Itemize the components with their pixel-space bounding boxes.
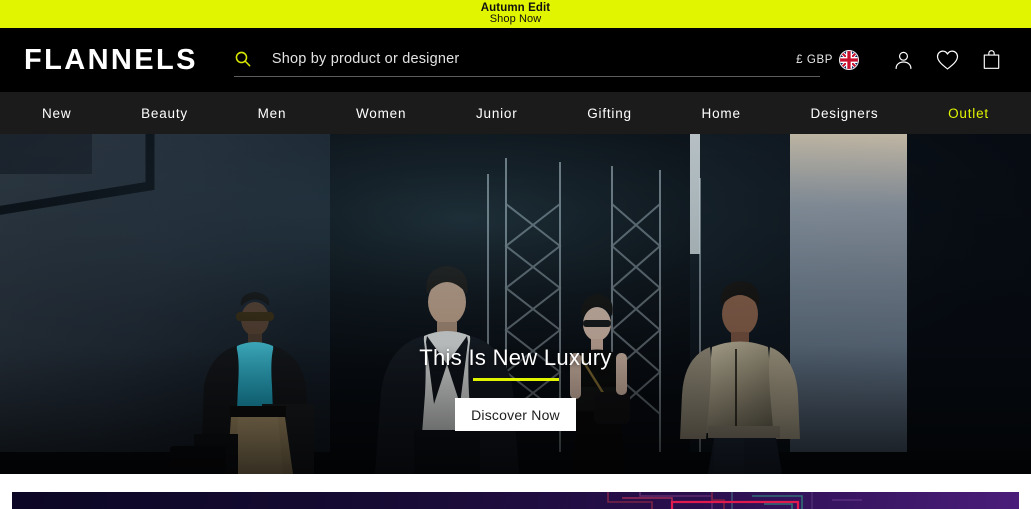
promo-banner[interactable]: Autumn Edit Shop Now: [0, 0, 1031, 28]
lower-promo-banner[interactable]: [12, 492, 1019, 509]
search-input[interactable]: [271, 50, 820, 67]
main-navigation: New Beauty Men Women Junior Gifting Home…: [0, 92, 1031, 134]
nav-item-designers[interactable]: Designers: [808, 102, 880, 125]
promo-banner-cta[interactable]: Shop Now: [490, 14, 542, 26]
hero-content: This Is New Luxury Discover Now: [0, 134, 1031, 474]
brand-logo[interactable]: FLANNELS: [24, 45, 198, 75]
nav-item-junior[interactable]: Junior: [474, 102, 520, 125]
wishlist-heart-icon[interactable]: [925, 38, 969, 82]
nav-item-home[interactable]: Home: [700, 102, 743, 125]
nav-item-new[interactable]: New: [40, 102, 73, 125]
discover-now-button[interactable]: Discover Now: [455, 398, 576, 431]
nav-item-outlet[interactable]: Outlet: [946, 102, 991, 125]
hero-accent-rule: [472, 378, 559, 381]
hero-banner[interactable]: This Is New Luxury Discover Now: [0, 134, 1031, 474]
nav-item-women[interactable]: Women: [354, 102, 408, 125]
nav-item-gifting[interactable]: Gifting: [585, 102, 634, 125]
hero-title: This Is New Luxury: [419, 345, 612, 370]
currency-selector[interactable]: £ GBP: [796, 50, 859, 70]
shopping-bag-icon[interactable]: [969, 38, 1013, 82]
content-gap: [0, 474, 1031, 492]
search-icon: [234, 50, 252, 68]
currency-label: £ GBP: [796, 54, 833, 66]
nav-item-men[interactable]: Men: [256, 102, 289, 125]
uk-flag-icon: [839, 50, 859, 70]
site-header: FLANNELS £ GBP: [0, 28, 1031, 92]
search-bar[interactable]: [233, 43, 820, 77]
nav-item-beauty[interactable]: Beauty: [139, 102, 190, 125]
header-actions: £ GBP: [796, 28, 1013, 92]
circuit-pattern: [607, 492, 862, 509]
account-icon[interactable]: [881, 38, 925, 82]
